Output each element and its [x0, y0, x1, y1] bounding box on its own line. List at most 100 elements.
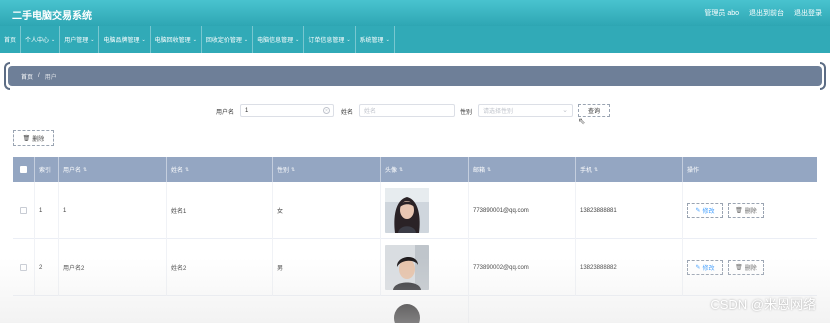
- row-checkbox[interactable]: [20, 264, 27, 271]
- column-label: 姓名: [171, 168, 184, 174]
- top-header: 二手电脑交易系统 管理员 abo 退出到前台 退出登录: [0, 0, 830, 26]
- breadcrumb-home[interactable]: 首页: [21, 72, 33, 81]
- breadcrumb-bracket-right: [820, 62, 826, 90]
- column-header-email[interactable]: 邮箱 ⇅: [469, 157, 576, 182]
- username-input-value: 1: [245, 107, 249, 114]
- delete-button[interactable]: 🗑 删除: [728, 260, 764, 275]
- username-input[interactable]: 1 ×: [240, 104, 334, 117]
- nav-item-pricing-management[interactable]: 回收定价管理 ⌄: [202, 26, 254, 53]
- nav-item-user-management[interactable]: 用户管理 ⌄: [60, 26, 100, 53]
- cell-index: 2: [35, 239, 59, 296]
- nav-label: 电脑品牌管理: [103, 38, 140, 44]
- breadcrumb-separator: /: [38, 73, 40, 79]
- nav-label: 个人中心: [25, 38, 50, 44]
- watermark: CSDN @米恩网络: [710, 297, 816, 312]
- cell-username: 用户名2: [59, 239, 167, 296]
- cell-avatar: [381, 182, 469, 239]
- cell-phone: 13823888881: [576, 182, 683, 239]
- batch-delete-button[interactable]: 🗑 删除: [13, 130, 54, 146]
- chevron-down-icon: ⌄: [51, 36, 56, 43]
- column-label: 用户名: [63, 168, 82, 174]
- sort-icon[interactable]: ⇅: [83, 167, 87, 173]
- sort-icon[interactable]: ⇅: [399, 167, 403, 173]
- avatar-photo-woman: [385, 188, 429, 233]
- edit-button[interactable]: ✎ 修改: [687, 260, 723, 275]
- nav-item-system-management[interactable]: 系统管理 ⌄: [356, 26, 395, 53]
- chevron-down-icon: ⌄: [141, 36, 146, 43]
- clear-icon[interactable]: ×: [323, 107, 330, 114]
- delete-label: 删除: [744, 209, 757, 215]
- nav-label: 首页: [4, 38, 17, 44]
- nav-item-home[interactable]: 首页: [0, 26, 22, 53]
- cell-gender: 女: [273, 182, 381, 239]
- cell-avatar: [381, 239, 469, 296]
- mouse-cursor-icon: ⇖: [578, 116, 586, 126]
- sort-icon[interactable]: ⇅: [291, 167, 295, 173]
- row-checkbox[interactable]: [20, 207, 27, 214]
- column-header-actions: 操作: [683, 157, 817, 182]
- sort-icon[interactable]: ⇅: [487, 167, 491, 173]
- cell-phone: 13823888882: [576, 239, 683, 296]
- table-row: 2 用户名2 姓名2 男 773890002@qq.com 1382388888…: [13, 239, 817, 296]
- name-input-placeholder: 姓名: [364, 109, 377, 115]
- column-label: 操作: [687, 168, 700, 174]
- sort-icon[interactable]: ⇅: [185, 167, 189, 173]
- nav-item-computer-info-management[interactable]: 电脑信息管理 ⌄: [253, 26, 305, 53]
- chevron-down-icon: ⌄: [346, 36, 351, 43]
- gender-select[interactable]: 请选择性别 ⌄: [478, 104, 573, 117]
- edit-label: 修改: [702, 266, 715, 272]
- nav-label: 回收定价管理: [205, 38, 242, 44]
- row-select-cell: [13, 239, 35, 296]
- nav-item-order-management[interactable]: 订单信息管理 ⌄: [304, 26, 356, 53]
- edit-icon: ✎: [695, 208, 701, 214]
- column-label: 性别: [277, 168, 290, 174]
- column-header-index: 索引: [35, 157, 59, 182]
- nav-label: 电脑回收管理: [154, 38, 191, 44]
- edit-button[interactable]: ✎ 修改: [687, 203, 723, 218]
- chevron-down-icon: ⌄: [562, 107, 568, 114]
- top-links: 管理员 abo 退出到前台 退出登录: [704, 8, 822, 18]
- column-label: 索引: [39, 168, 52, 174]
- cell-email: 773890001@qq.com: [469, 182, 576, 239]
- chevron-down-icon: ⌄: [192, 36, 197, 43]
- gender-label: 性别: [460, 110, 473, 116]
- table-header: 索引 用户名 ⇅ 姓名 ⇅ 性别 ⇅ 头像 ⇅ 邮箱 ⇅ 手机 ⇅ 操作: [13, 157, 817, 182]
- chevron-down-icon: ⌄: [243, 36, 249, 43]
- sort-icon[interactable]: ⇅: [594, 167, 598, 173]
- gender-select-placeholder: 请选择性别: [483, 109, 514, 115]
- delete-button[interactable]: 🗑 删除: [728, 203, 764, 218]
- column-header-username[interactable]: 用户名 ⇅: [59, 157, 167, 182]
- cell-email: 773890002@qq.com: [469, 239, 576, 296]
- column-header-avatar[interactable]: 头像 ⇅: [381, 157, 469, 182]
- nav-item-brand-management[interactable]: 电脑品牌管理 ⌄: [99, 26, 151, 53]
- exit-to-front-link[interactable]: 退出到前台: [749, 8, 784, 18]
- nav-label: 系统管理: [359, 38, 384, 44]
- trash-icon: 🗑: [735, 265, 743, 271]
- cell-name: 姓名2: [167, 239, 273, 296]
- app-title: 二手电脑交易系统: [12, 11, 92, 22]
- logout-link[interactable]: 退出登录: [794, 8, 822, 18]
- column-label: 邮箱: [473, 168, 486, 174]
- admin-user-label: 管理员 abo: [704, 10, 739, 17]
- nav-item-recycle-management[interactable]: 电脑回收管理 ⌄: [151, 26, 202, 53]
- table-row: [13, 296, 817, 323]
- chevron-down-icon: ⌄: [385, 36, 390, 43]
- column-header-phone[interactable]: 手机 ⇅: [576, 157, 683, 182]
- cell-name: 姓名1: [167, 182, 273, 239]
- column-label: 手机: [580, 168, 593, 174]
- column-header-gender[interactable]: 性别 ⇅: [273, 157, 381, 182]
- name-input[interactable]: 姓名: [359, 104, 455, 117]
- chevron-down-icon: ⌄: [90, 36, 95, 43]
- nav-item-personal-center[interactable]: 个人中心 ⌄: [21, 26, 61, 53]
- avatar: [385, 188, 429, 233]
- select-all-checkbox[interactable]: [20, 166, 27, 173]
- chevron-down-icon: ⌄: [295, 36, 300, 43]
- avatar: [385, 245, 429, 290]
- main-nav: 首页 个人中心 ⌄ 用户管理 ⌄ 电脑品牌管理 ⌄ 电脑回收管理 ⌄ 回收定价管理 ⌄ 电…: [0, 26, 830, 53]
- edit-label: 修改: [702, 209, 715, 215]
- cell-index: 1: [35, 182, 59, 239]
- breadcrumb: 首页 / 用户: [8, 66, 822, 86]
- column-header-name[interactable]: 姓名 ⇅: [167, 157, 273, 182]
- nav-label: 用户管理: [64, 38, 89, 44]
- username-label: 用户名: [216, 110, 235, 116]
